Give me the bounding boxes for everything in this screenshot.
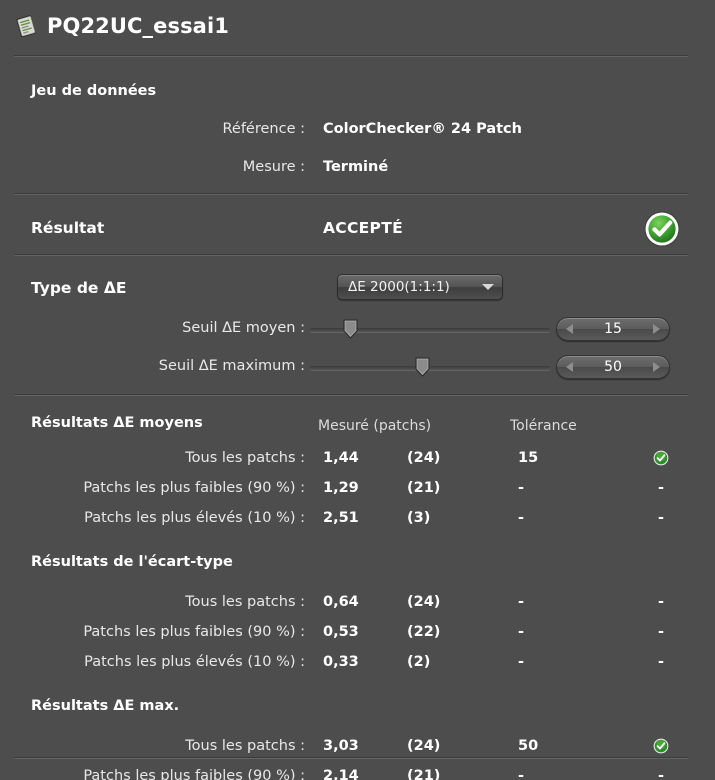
mean-threshold-label: Seuil ΔE moyen : [182, 320, 305, 336]
panel-header: PQ22UC_essai1 [0, 0, 715, 52]
row-tolerance-value: - [518, 594, 525, 610]
row-measured-value: 3,03 [323, 738, 359, 754]
row-measured-value: 0,53 [323, 624, 359, 640]
table-row: Patchs les plus faibles (90 %) : 1,29 (21)… [0, 480, 715, 502]
delta-e-type-label: Type de ΔE [31, 279, 127, 297]
row-tolerance-value: - [518, 480, 525, 496]
row-tolerance-value: - [518, 768, 525, 780]
max-threshold-stepper[interactable]: 50 [556, 355, 670, 379]
row-label: Tous les patchs : [185, 738, 305, 754]
row-patch-count: (24) [407, 594, 441, 610]
row-measured-value: 0,33 [323, 654, 359, 670]
divider-dataset [14, 193, 688, 195]
section-heading: Résultats ΔE moyens [31, 415, 203, 431]
arrow-right-icon[interactable] [652, 362, 660, 372]
mean-threshold-stepper[interactable]: 15 [556, 317, 670, 341]
row-measured-value: 2,14 [323, 768, 359, 780]
row-tolerance-value: 50 [518, 738, 539, 754]
row-status-text: - [657, 624, 665, 640]
table-row: Patchs les plus faibles (90 %) : 2,14 (21)… [0, 768, 715, 780]
section-heading: Résultats ΔE max. [31, 698, 180, 714]
row-tolerance-value: 15 [518, 450, 539, 466]
result-value: ACCEPTÉ [323, 219, 403, 237]
row-patch-count: (3) [407, 510, 431, 526]
result-label: Résultat [31, 219, 105, 237]
divider-thresholds [14, 394, 688, 396]
page-title: PQ22UC_essai1 [47, 14, 229, 38]
check-circle-icon [641, 208, 683, 250]
document-report-icon [14, 13, 40, 39]
row-patch-count: (24) [407, 450, 441, 466]
row-tolerance-value: - [518, 624, 525, 640]
max-threshold-value: 50 [604, 359, 622, 375]
row-patch-count: (21) [407, 768, 441, 780]
chevron-down-icon [482, 284, 494, 290]
row-patch-count: (24) [407, 738, 441, 754]
arrow-right-icon[interactable] [652, 324, 660, 334]
row-status-text: - [657, 594, 665, 610]
row-label: Patchs les plus faibles (90 %) : [83, 768, 305, 780]
row-patch-count: (21) [407, 480, 441, 496]
row-tolerance-value: - [518, 654, 525, 670]
reference-value: ColorChecker® 24 Patch [323, 121, 522, 137]
dataset-row-mesure: Mesure : Terminé [0, 159, 715, 181]
arrow-left-icon[interactable] [566, 362, 573, 372]
row-label: Tous les patchs : [185, 594, 305, 610]
max-threshold-slider-thumb[interactable] [415, 357, 430, 377]
delta-e-type-selected: ΔE 2000(1:1:1) [348, 279, 450, 295]
row-patch-count: (22) [407, 624, 441, 640]
table-row: Patchs les plus élevés (10 %) : 2,51 (3) - - [0, 510, 715, 532]
column-header-tolerance: Tolérance [510, 418, 577, 434]
row-measured-value: 1,29 [323, 480, 359, 496]
dataset-heading: Jeu de données [31, 83, 157, 99]
mean-threshold-slider-thumb[interactable] [343, 319, 358, 339]
row-status-text: - [657, 768, 665, 780]
section-heading: Résultats de l'écart-type [31, 554, 233, 570]
row-tolerance-value: - [518, 510, 525, 526]
mesure-value: Terminé [323, 159, 389, 175]
report-panel: PQ22UC_essai1 Jeu de données Référence :… [0, 0, 715, 780]
row-label: Patchs les plus faibles (90 %) : [83, 624, 305, 640]
max-threshold-label: Seuil ΔE maximum : [158, 358, 305, 374]
table-row: Patchs les plus faibles (90 %) : 0,53 (22)… [0, 624, 715, 646]
row-label: Patchs les plus élevés (10 %) : [84, 510, 305, 526]
row-measured-value: 0,64 [323, 594, 359, 610]
row-status-text: - [657, 654, 665, 670]
table-row: Tous les patchs : 0,64 (24) - - [0, 594, 715, 616]
mesure-label: Mesure : [242, 159, 305, 175]
divider-result [14, 254, 688, 256]
row-label: Patchs les plus faibles (90 %) : [83, 480, 305, 496]
row-status-text: - [657, 510, 665, 526]
table-row: Tous les patchs : 1,44 (24) 15 [0, 450, 715, 472]
delta-e-type-select[interactable]: ΔE 2000(1:1:1) [337, 274, 503, 300]
arrow-left-icon[interactable] [566, 324, 573, 334]
row-patch-count: (2) [407, 654, 431, 670]
table-row: Patchs les plus élevés (10 %) : 0,33 (2) - - [0, 654, 715, 676]
check-circle-icon [648, 738, 674, 754]
check-circle-icon [648, 450, 674, 466]
reference-label: Référence : [222, 121, 305, 137]
divider-footer [14, 757, 688, 759]
column-header-measured: Mesuré (patchs) [318, 418, 432, 434]
row-measured-value: 1,44 [323, 450, 359, 466]
row-label: Tous les patchs : [185, 450, 305, 466]
divider-header [14, 55, 688, 57]
row-label: Patchs les plus élevés (10 %) : [84, 654, 305, 670]
row-status-text: - [657, 480, 665, 496]
mean-threshold-value: 15 [604, 321, 622, 337]
row-measured-value: 2,51 [323, 510, 359, 526]
dataset-row-reference: Référence : ColorChecker® 24 Patch [0, 121, 715, 143]
